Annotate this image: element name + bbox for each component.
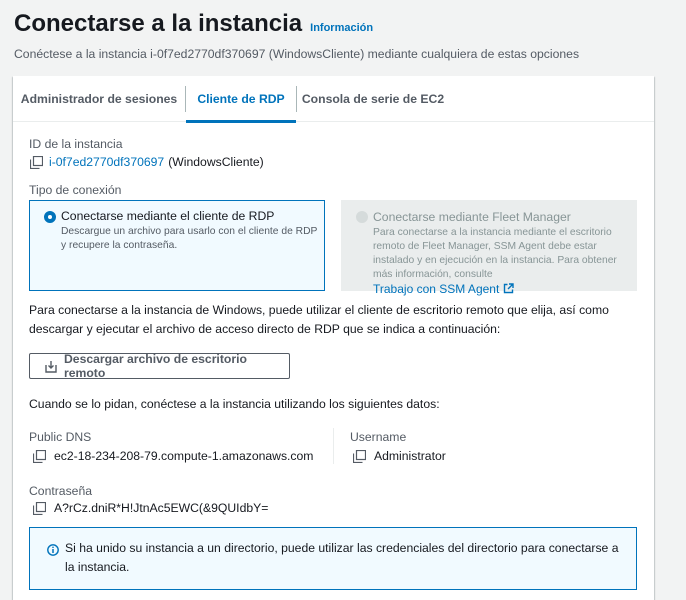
tab-rdp-client[interactable]: Cliente de RDP <box>186 76 296 123</box>
connect-card: Administrador de sesiones Cliente de RDP… <box>13 76 654 600</box>
fleet-manager-option: Conectarse mediante Fleet Manager Para c… <box>341 200 637 296</box>
tab-label: Consola de serie de EC2 <box>301 92 445 106</box>
directory-info-alert: Si ha unido su instancia a un directorio… <box>29 527 637 590</box>
page-subtitle: Conéctese a la instancia i-0f7ed2770df37… <box>14 47 580 61</box>
copy-icon[interactable] <box>30 155 43 169</box>
info-link[interactable]: Información <box>310 22 373 34</box>
instance-id-row: i-0f7ed2770df370697 (WindowsCliente) <box>30 155 264 169</box>
password-value: A?rCz.dniR*H!JtnAc5EWC(&9QUIdbY= <box>54 501 269 515</box>
column-divider <box>333 428 334 464</box>
rdp-client-radio[interactable] <box>44 211 56 223</box>
rdp-client-option[interactable]: Conectarse mediante el cliente de RDP De… <box>29 200 325 291</box>
copy-icon[interactable] <box>353 449 366 463</box>
fleet-option-title: Conectarse mediante Fleet Manager <box>373 210 571 224</box>
tab-ec2-serial-console[interactable]: Consola de serie de EC2 <box>297 76 449 122</box>
public-dns-label: Public DNS <box>29 430 92 444</box>
public-dns-row: ec2-18-234-208-79.compute-1.amazonaws.co… <box>33 449 313 463</box>
tab-bar: Administrador de sesiones Cliente de RDP… <box>13 76 654 123</box>
instance-id-link[interactable]: i-0f7ed2770df370697 <box>49 155 164 169</box>
rdp-instructions: Para conectarse a la instancia de Window… <box>29 303 609 336</box>
copy-icon[interactable] <box>33 501 46 515</box>
tab-session-manager[interactable]: Administrador de sesiones <box>13 76 185 122</box>
ssm-agent-link-text[interactable]: Trabajo con SSM Agent <box>373 282 499 296</box>
fleet-option-description-text: Para conectarse a la instancia mediante … <box>373 227 617 280</box>
info-icon <box>47 543 59 561</box>
alert-text: Si ha unido su instancia a un directorio… <box>65 541 619 574</box>
fleet-option-description: Para conectarse a la instancia mediante … <box>373 226 629 298</box>
instance-name: (WindowsCliente) <box>168 155 264 169</box>
username-value: Administrator <box>374 449 446 463</box>
download-button-label: Descargar archivo de escritorio remoto <box>64 352 247 380</box>
page-header: Conectarse a la instancia Información Co… <box>14 10 676 61</box>
public-dns-value: ec2-18-234-208-79.compute-1.amazonaws.co… <box>54 449 314 463</box>
connection-type-label: Tipo de conexión <box>29 183 122 197</box>
ssm-agent-link[interactable]: Trabajo con SSM Agent <box>373 282 514 296</box>
download-rdp-file-button[interactable]: Descargar archivo de escritorio remoto <box>29 352 290 380</box>
tab-label: Administrador de sesiones <box>20 92 178 106</box>
password-label: Contraseña <box>29 484 93 498</box>
connection-prompt: Cuando se lo pidan, conéctese a la insta… <box>29 397 440 411</box>
tab-label: Cliente de RDP <box>197 92 285 106</box>
username-row: Administrator <box>353 449 446 463</box>
copy-icon[interactable] <box>33 449 46 463</box>
external-link-icon <box>504 283 514 294</box>
password-row: A?rCz.dniR*H!JtnAc5EWC(&9QUIdbY= <box>33 501 268 515</box>
page-title: Conectarse a la instancia <box>14 10 303 37</box>
download-icon <box>45 360 57 373</box>
rdp-option-title: Conectarse mediante el cliente de RDP <box>61 209 275 223</box>
instance-id-label: ID de la instancia <box>29 137 123 151</box>
fleet-manager-radio <box>356 211 368 223</box>
username-label: Username <box>350 430 407 444</box>
rdp-option-description: Descargue un archivo para usarlo con el … <box>61 226 318 251</box>
